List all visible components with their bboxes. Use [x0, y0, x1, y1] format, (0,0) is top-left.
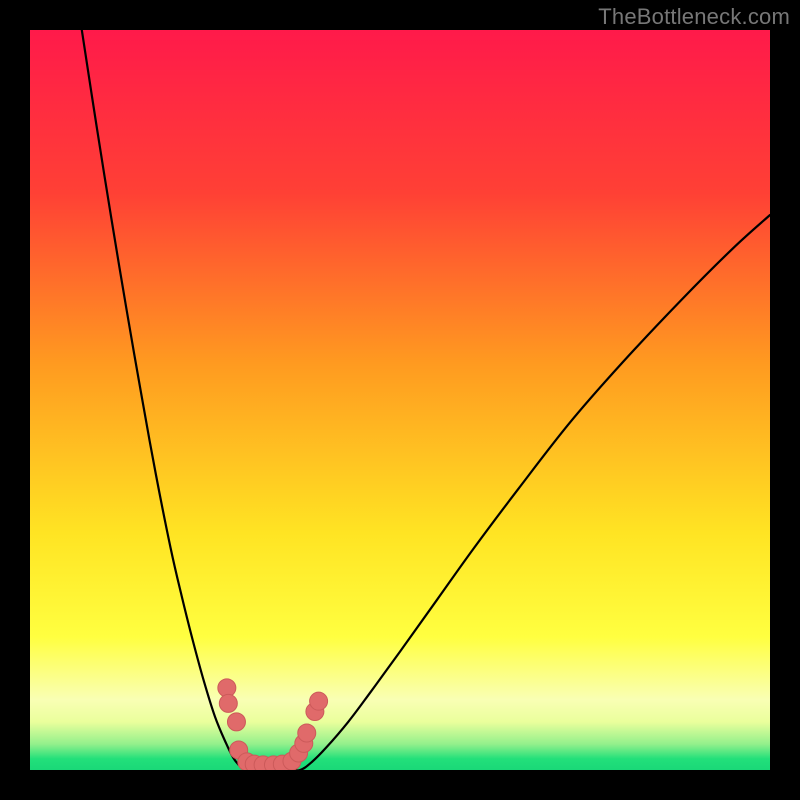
attribution-text: TheBottleneck.com [598, 4, 790, 30]
bottleneck-chart [30, 30, 770, 770]
chart-frame: TheBottleneck.com [0, 0, 800, 800]
data-marker [219, 694, 237, 712]
gradient-background [30, 30, 770, 770]
data-marker [310, 692, 328, 710]
data-marker [298, 724, 316, 742]
data-marker [227, 713, 245, 731]
plot-area [30, 30, 770, 770]
